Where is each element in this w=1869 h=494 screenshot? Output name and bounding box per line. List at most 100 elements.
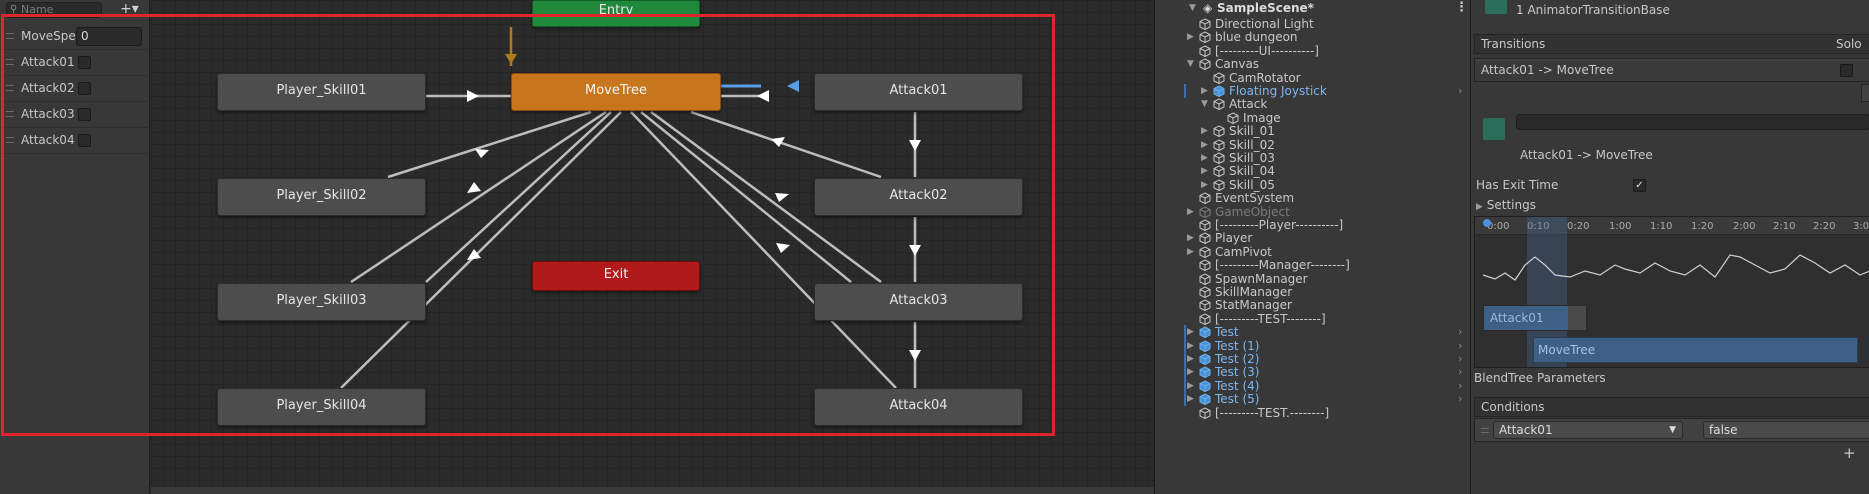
condition-parameter-value: Attack01: [1499, 423, 1553, 437]
parameter-name: Attack03: [21, 107, 75, 121]
parameter-row[interactable]: Attack01: [0, 50, 150, 76]
drag-handle-icon[interactable]: [6, 33, 14, 39]
transition-attack04-movetree[interactable]: [630, 111, 897, 389]
parameter-row[interactable]: Attack04: [0, 128, 150, 154]
condition-parameter-dropdown[interactable]: Attack01 ▼: [1493, 421, 1683, 439]
state-movetree[interactable]: MoveTree: [511, 73, 721, 111]
add-condition-button[interactable]: +: [1843, 444, 1856, 462]
parameters-panel: ⚲ Name +▾ MoveSpe 0 Attack01 Attack02 At…: [0, 0, 150, 494]
prefab-cube-icon: [1199, 340, 1211, 352]
drag-handle-icon[interactable]: [6, 59, 14, 65]
prefab-cube-icon: [1199, 380, 1211, 392]
timeline-tick: 1:20: [1691, 221, 1714, 232]
state-player-skill04[interactable]: Player_Skill04: [217, 388, 426, 426]
drag-handle-icon[interactable]: [1481, 428, 1489, 433]
arrow-icon: [467, 90, 479, 102]
state-player-skill02[interactable]: Player_Skill02: [217, 178, 426, 216]
has-exit-time-checkbox[interactable]: ✓: [1633, 179, 1646, 192]
state-attack01[interactable]: Attack01: [814, 73, 1023, 111]
drag-handle-icon[interactable]: [6, 111, 14, 117]
gameobject-cube-icon: [1227, 112, 1239, 124]
graph-scrollbar[interactable]: [151, 487, 1154, 494]
parameter-trigger-checkbox[interactable]: [78, 82, 91, 95]
parameter-trigger-checkbox[interactable]: [78, 56, 91, 69]
parameter-row[interactable]: Attack02: [0, 76, 150, 102]
state-attack03[interactable]: Attack03: [814, 283, 1023, 321]
drag-handle-icon[interactable]: [6, 137, 14, 143]
gameobject-cube-icon: [1199, 246, 1211, 258]
hierarchy-panel: ▼ ◈ SampleScene* ⋮ Directional Light ▶ blu…: [1154, 0, 1470, 494]
parameter-row[interactable]: Attack03: [0, 102, 150, 128]
timeline-dest-state[interactable]: MoveTree: [1533, 337, 1858, 363]
transition-timeline[interactable]: 0:00 0:10 0:20 1:00 1:10 1:20 2:00 2:10 …: [1474, 216, 1869, 368]
gameobject-cube-icon: [1199, 273, 1211, 285]
hierarchy-scene-row[interactable]: ▼ ◈ SampleScene* ⋮: [1155, 0, 1471, 16]
hierarchy-item[interactable]: [---------TEST.--------]: [1155, 405, 1471, 421]
gameobject-cube-icon: [1199, 45, 1211, 57]
solo-label: Solo: [1836, 37, 1862, 51]
parameter-search-input[interactable]: ⚲ Name: [6, 2, 102, 18]
add-parameter-button[interactable]: +▾: [120, 1, 139, 17]
gameobject-cube-icon: [1213, 165, 1225, 178]
blendtree-parameters-label: BlendTree Parameters: [1474, 371, 1606, 385]
transition-list-row[interactable]: Attack01 -> MoveTree: [1475, 61, 1869, 81]
gameobject-cube-icon: [1199, 232, 1211, 245]
entry-node[interactable]: Entry: [532, 0, 700, 27]
timeline-tick: 3:00: [1853, 221, 1869, 232]
unity-scene-icon: ◈: [1203, 1, 1213, 15]
condition-value-dropdown[interactable]: false: [1703, 421, 1869, 439]
gameobject-cube-icon: [1199, 58, 1211, 71]
exit-node[interactable]: Exit: [532, 261, 700, 291]
state-player-skill01[interactable]: Player_Skill01: [217, 73, 426, 111]
gameobject-cube-icon: [1213, 139, 1225, 151]
parameter-trigger-checkbox[interactable]: [78, 134, 91, 147]
state-attack02[interactable]: Attack02: [814, 178, 1023, 216]
hierarchy-menu-icon[interactable]: ⋮: [1455, 0, 1468, 16]
timeline-tick: 0:20: [1567, 221, 1590, 232]
gameobject-cube-icon: [1199, 286, 1211, 298]
transition-name-input[interactable]: [1516, 114, 1869, 130]
drag-handle-icon[interactable]: [6, 85, 14, 91]
transition-list: Attack01 -> MoveTree: [1474, 58, 1869, 82]
state-attack04[interactable]: Attack04: [814, 388, 1023, 426]
parameter-name: Attack01: [21, 55, 75, 69]
parameter-trigger-checkbox[interactable]: [78, 108, 91, 121]
timeline-source-state[interactable]: Attack01: [1483, 305, 1587, 331]
transition-icon-large: [1483, 118, 1505, 140]
timeline-tick: 1:00: [1609, 221, 1632, 232]
transition-movetree-skill03[interactable]: [425, 111, 612, 283]
transition-attack02-movetree[interactable]: [690, 110, 882, 179]
expand-arrow-icon[interactable]: ▼: [1189, 0, 1196, 16]
conditions-list: Attack01 ▼ false: [1474, 418, 1869, 442]
search-icon: ⚲: [10, 4, 18, 15]
settings-foldout[interactable]: ▶ Settings: [1476, 198, 1536, 212]
timeline-dest-label: MoveTree: [1538, 343, 1596, 357]
base-label: 1 AnimatorTransitionBase: [1516, 3, 1670, 17]
state-player-skill03[interactable]: Player_Skill03: [217, 283, 426, 321]
arrow-icon: [787, 80, 799, 92]
gameobject-cube-icon: [1213, 179, 1225, 191]
arrow-icon: [757, 90, 769, 102]
transition-row-label: Attack01 -> MoveTree: [1481, 63, 1614, 77]
gameobject-cube-icon: [1199, 31, 1211, 44]
solo-checkbox[interactable]: [1840, 64, 1853, 77]
transition-title: Attack01 -> MoveTree: [1520, 148, 1653, 162]
arrow-icon: [909, 245, 921, 256]
gameobject-cube-icon: [1213, 152, 1225, 164]
parameter-name: Attack04: [21, 133, 75, 147]
timeline-tick: 2:10: [1773, 221, 1796, 232]
has-exit-time-label: Has Exit Time: [1476, 178, 1559, 192]
arrow-icon: [475, 149, 489, 158]
condition-value: false: [1709, 423, 1738, 437]
timeline-source-label: Attack01: [1490, 311, 1544, 325]
timeline-curve: [1482, 254, 1869, 281]
transition-skill02-movetree[interactable]: [387, 110, 592, 179]
parameter-name: MoveSpe: [21, 29, 76, 43]
parameter-row[interactable]: MoveSpe 0: [0, 24, 150, 50]
animator-graph[interactable]: Entry MoveTree Exit Player_Skill01 Playe…: [151, 0, 1154, 494]
timeline-marker-icon[interactable]: [1483, 219, 1491, 227]
arrow-icon: [909, 140, 921, 151]
parameter-float-field[interactable]: 0: [76, 27, 142, 46]
gameobject-cube-icon: [1199, 192, 1211, 205]
scene-name: SampleScene*: [1217, 1, 1314, 15]
